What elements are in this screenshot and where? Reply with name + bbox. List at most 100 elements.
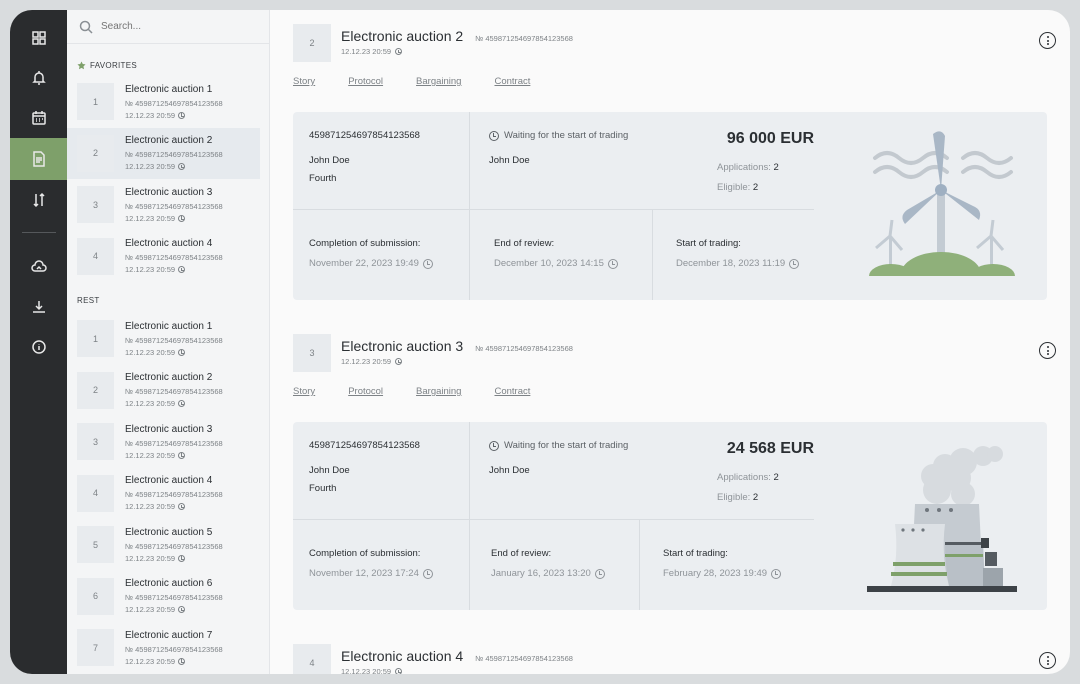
clock-icon: [178, 503, 186, 511]
list-item-number: 3: [77, 186, 114, 224]
clock-icon: [178, 348, 186, 356]
clock-icon: [178, 214, 186, 222]
status-badge: Waiting for the start of trading: [489, 130, 628, 141]
auction-number: 2: [293, 24, 331, 62]
trading-label: Start of trading:: [676, 238, 741, 249]
auction-number-code: № 459871254697854123568: [475, 654, 573, 663]
auction-block: 3 Electronic auction 3 № 459871254697854…: [293, 334, 1056, 610]
auction-number-code: № 459871254697854123568: [475, 344, 573, 353]
list-item-time: 12.12.23 20:59: [125, 348, 223, 357]
participant-name: John Doe: [309, 465, 350, 476]
clock-icon: [178, 163, 186, 171]
tab-bargaining[interactable]: Bargaining: [416, 386, 461, 412]
clock-icon: [178, 606, 186, 614]
list-item[interactable]: 4 Electronic auction 4 № 459871254697854…: [67, 231, 269, 283]
list-item-title: Electronic auction 6: [125, 578, 213, 590]
review-date: January 16, 2023 13:20: [491, 568, 605, 579]
clock-icon: [395, 48, 403, 55]
list-item[interactable]: 2 Electronic auction 2 № 459871254697854…: [67, 365, 269, 417]
list-item-number-code: № 4598712546978541235​68: [125, 98, 223, 108]
auction-tabs: Story Protocol Bargaining Contract: [293, 76, 1047, 102]
lot-id: 459871254697854123568: [309, 130, 420, 141]
list-item-number: 4: [77, 237, 114, 275]
list-item[interactable]: 4 Electronic auction 4 № 459871254697854…: [67, 468, 269, 520]
search-input[interactable]: [101, 21, 241, 32]
rest-heading: REST: [67, 296, 269, 305]
list-item-number: 1: [77, 320, 114, 358]
list-item[interactable]: 5 Electronic auction 5 № 459871254697854…: [67, 519, 269, 571]
power-plant-illustration: [867, 436, 1017, 596]
list-item[interactable]: 1 Electronic auction 1 № 459871254697854…: [67, 76, 269, 128]
bell-icon[interactable]: [10, 58, 67, 98]
list-item-number: 2: [77, 134, 114, 172]
list-item-number-code: № 459871254697854123568: [125, 335, 223, 345]
list-item-number-code: № 459871254697854123568: [125, 201, 223, 211]
auction-list-panel: FAVORITES 1 Electronic auction 1 № 45987…: [67, 10, 270, 674]
more-options-icon[interactable]: [1039, 32, 1056, 49]
completion-label: Completion of submission:: [309, 238, 421, 249]
auction-header: 4 Electronic auction 4 № 459871254697854…: [293, 644, 1056, 674]
list-item[interactable]: 7 Electronic auction 7 № 459871254697854…: [67, 622, 269, 674]
transfer-icon[interactable]: [10, 180, 67, 220]
search-bar: [67, 10, 269, 44]
rail-divider: [21, 232, 56, 233]
eligible-count: Eligible: 2: [717, 182, 759, 193]
auction-header: 2 Electronic auction 2 № 459871254697854…: [293, 24, 1056, 64]
list-item-title: Electronic auction 4: [125, 238, 213, 250]
more-options-icon[interactable]: [1039, 652, 1056, 669]
participant-role: Fourth: [309, 173, 337, 184]
list-item-time: 12.12.23 20:59: [125, 554, 223, 563]
rest-heading-label: REST: [77, 296, 100, 305]
tab-contract[interactable]: Contract: [494, 386, 530, 412]
tab-bargaining[interactable]: Bargaining: [416, 76, 461, 102]
trading-date: December 18, 2023 11:19: [676, 258, 800, 269]
status-badge: Waiting for the start of trading: [489, 440, 628, 451]
more-options-icon[interactable]: [1039, 342, 1056, 359]
card-top-row: [293, 422, 814, 520]
list-item-number: 7: [77, 629, 114, 667]
applications-count: Applications: 2: [717, 162, 779, 173]
list-item-title: Electronic auction 7: [125, 629, 213, 641]
list-item[interactable]: 3 Electronic auction 3 № 459871254697854…: [67, 416, 269, 468]
clock-icon: [594, 568, 605, 579]
list-item[interactable]: 1 Electronic auction 1 № 459871254697854…: [67, 313, 269, 365]
tab-story[interactable]: Story: [293, 76, 315, 102]
list-item-number-code: № 459871254697854123568: [125, 644, 223, 654]
auction-detail-area: 2 Electronic auction 2 № 459871254697854…: [270, 10, 1070, 674]
list-item-number-code: № 459871254697854123568: [125, 541, 223, 551]
cloud-icon[interactable]: [10, 247, 67, 287]
clock-icon: [178, 451, 186, 459]
download-icon[interactable]: [10, 287, 67, 327]
list-item-time: 12.12.23 20:59: [125, 214, 223, 223]
document-icon[interactable]: [10, 138, 67, 180]
grid-icon[interactable]: [10, 18, 67, 58]
info-icon[interactable]: [10, 327, 67, 367]
list-item-number: 1: [77, 83, 114, 121]
list-item-number-code: № 459871254697854123568: [125, 150, 223, 160]
tab-protocol[interactable]: Protocol: [348, 76, 383, 102]
clock-icon: [178, 111, 186, 119]
list-item-title: Electronic auction 3: [125, 186, 213, 198]
list-item[interactable]: 6 Electronic auction 6 № 459871254697854…: [67, 571, 269, 623]
list-item-title: Electronic auction 1: [125, 83, 213, 95]
list-item[interactable]: 3 Electronic auction 3 № 459871254697854…: [67, 179, 269, 231]
completion-date: November 22, 2023 19:49: [309, 258, 433, 269]
list-item-number: 4: [77, 474, 114, 512]
clock-icon: [178, 657, 186, 665]
tab-protocol[interactable]: Protocol: [348, 386, 383, 412]
auction-time: 12.12.23 20:59: [341, 47, 573, 56]
tab-contract[interactable]: Contract: [494, 76, 530, 102]
tab-story[interactable]: Story: [293, 386, 315, 412]
applications-count: Applications: 2: [717, 472, 779, 483]
participant-name: John Doe: [309, 155, 350, 166]
clock-icon: [489, 440, 499, 451]
list-item-title: Electronic auction 2: [125, 372, 213, 384]
auction-title: Electronic auction 3: [341, 338, 464, 354]
card-top-row: [293, 112, 814, 210]
auction-block: 4 Electronic auction 4 № 459871254697854…: [293, 644, 1056, 674]
list-item-number-code: № 459871254697854123568: [125, 253, 223, 263]
clock-icon: [607, 258, 618, 269]
clock-icon: [395, 668, 403, 674]
calendar-icon[interactable]: [10, 98, 67, 138]
list-item[interactable]: 2 Electronic auction 2 № 459871254697854…: [67, 127, 260, 179]
